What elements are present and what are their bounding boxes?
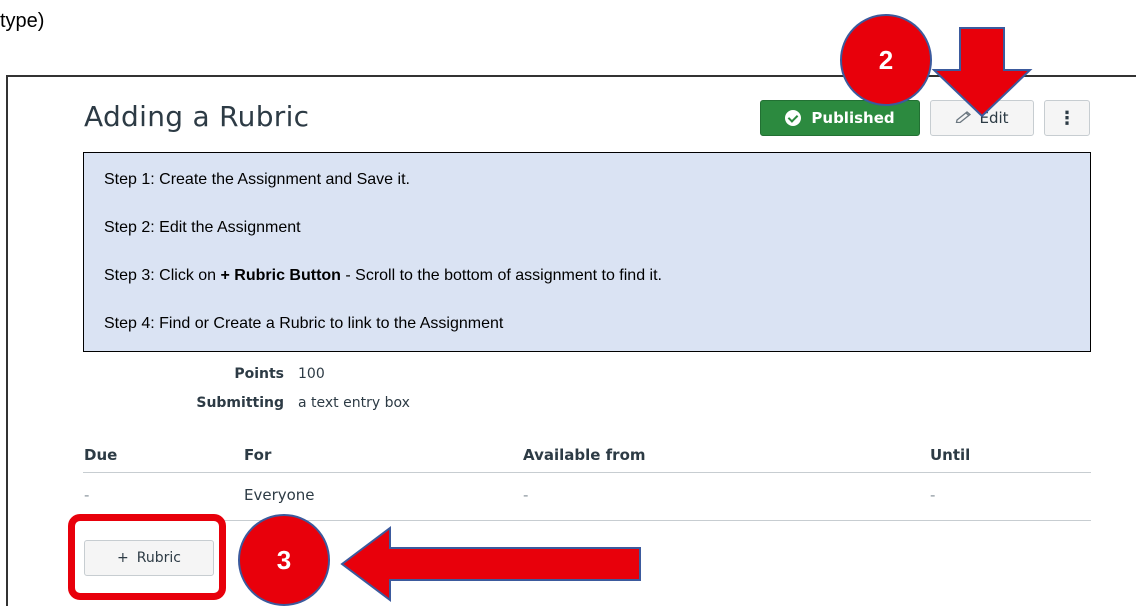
published-button[interactable]: Published	[760, 100, 920, 136]
table-header-until: Until	[930, 446, 971, 464]
step-3-badge: 3	[238, 514, 330, 606]
table-cell-until: -	[930, 486, 936, 504]
left-arrow-icon	[340, 526, 641, 602]
down-arrow-icon	[931, 27, 1033, 118]
table-header-due: Due	[84, 446, 118, 464]
instructions-box: Step 1: Create the Assignment and Save i…	[83, 152, 1091, 352]
kebab-icon: ⋮	[1058, 107, 1076, 129]
check-circle-icon	[785, 110, 802, 126]
table-divider	[83, 520, 1091, 521]
table-cell-for: Everyone	[244, 486, 315, 504]
table-header-for: For	[244, 446, 272, 464]
page-title: Adding a Rubric	[84, 100, 310, 133]
table-cell-available-from: -	[523, 486, 529, 504]
rubric-highlight-box	[68, 514, 226, 600]
step-1-text: Step 1: Create the Assignment and Save i…	[104, 171, 410, 188]
cropped-text-fragment: type)	[0, 10, 45, 32]
step-4-text: Step 4: Find or Create a Rubric to link …	[104, 315, 504, 332]
submitting-value: a text entry box	[298, 395, 410, 411]
points-value: 100	[298, 366, 325, 382]
step-2-text: Step 2: Edit the Assignment	[104, 219, 301, 236]
step-3-bold: + Rubric Button	[220, 267, 341, 284]
submitting-label: Submitting	[196, 395, 284, 411]
table-divider	[83, 472, 1091, 473]
points-label: Points	[234, 366, 284, 382]
step-2-badge: 2	[840, 14, 932, 106]
step-3-text: Step 3: Click on + Rubric Button - Scrol…	[104, 267, 662, 285]
table-cell-due: -	[84, 486, 90, 504]
table-header-available-from: Available from	[523, 446, 646, 464]
more-options-button[interactable]: ⋮	[1044, 100, 1090, 136]
step-3-suffix: - Scroll to the bottom of assignment to …	[340, 267, 662, 284]
published-label: Published	[811, 109, 895, 127]
step-3-prefix: Step 3: Click on	[104, 267, 221, 284]
